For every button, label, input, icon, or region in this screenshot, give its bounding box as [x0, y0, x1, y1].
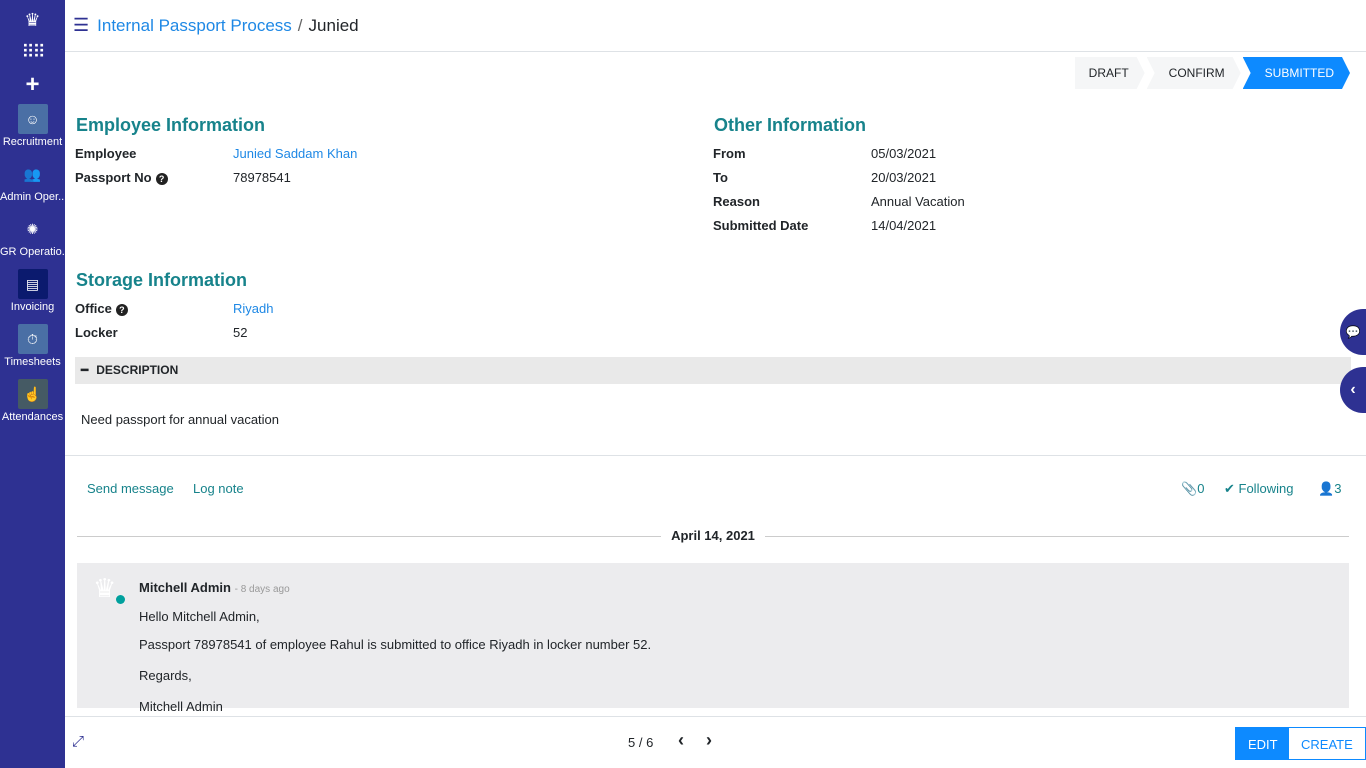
status-bar: DRAFT CONFIRM SUBMITTED	[1073, 57, 1350, 89]
passport-field: Passport No? 78978541	[75, 170, 291, 185]
description-title: DESCRIPTION	[96, 363, 179, 377]
recruitment-icon: ☺	[17, 104, 48, 134]
log-note-button[interactable]: Log note	[193, 481, 244, 496]
chat-icon[interactable]: 💬	[1340, 309, 1366, 355]
attachments-button[interactable]: 📎0	[1181, 481, 1204, 497]
next-icon[interactable]: ›	[706, 730, 712, 751]
office-field: Office? Riyadh	[75, 301, 273, 316]
date-separator: April 14, 2021	[77, 528, 1349, 543]
sidebar-item-label: Recruitment	[2, 136, 63, 148]
sidebar-item-recruitment[interactable]: ☺ Recruitment	[0, 101, 65, 156]
reason-label: Reason	[713, 194, 760, 209]
online-status-dot	[116, 595, 125, 604]
help-icon[interactable]: ?	[115, 304, 128, 316]
admin-operations-icon: 👥	[23, 165, 42, 182]
message-line: Passport 78978541 of employee Rahul is s…	[139, 637, 652, 652]
sidebar-item-label: Admin Oper...	[0, 191, 65, 203]
user-icon: 👤	[1318, 481, 1335, 496]
followers-count: 3	[1334, 481, 1342, 496]
submitted-date-value: 14/04/2021	[871, 218, 937, 233]
to-field: To 20/03/2021	[713, 170, 936, 185]
passport-value: 78978541	[233, 170, 291, 185]
description-text: Need passport for annual vacation	[81, 412, 280, 427]
attachments-count: 0	[1197, 481, 1205, 496]
stage-draft[interactable]: DRAFT	[1075, 57, 1145, 89]
office-label: Office	[75, 301, 112, 316]
stage-submitted[interactable]: SUBMITTED	[1243, 57, 1350, 89]
message: ♛ Mitchell Admin - 8 days ago Hello Mitc…	[77, 563, 1349, 714]
breadcrumb-current: Junied	[308, 15, 359, 35]
other-info-heading: Other Information	[714, 115, 866, 135]
to-label: To	[713, 170, 728, 185]
followers-button[interactable]: 👤3	[1318, 481, 1341, 497]
pager-value[interactable]: 5 / 6	[628, 735, 653, 750]
send-message-button[interactable]: Send message	[87, 481, 174, 496]
to-value: 20/03/2021	[871, 170, 937, 185]
message-time: - 8 days ago	[234, 584, 290, 595]
employee-info-heading: Employee Information	[76, 115, 266, 135]
top-bar: ☰ Internal Passport Process / Junied	[65, 0, 1366, 52]
hamburger-menu-icon[interactable]: ☰	[73, 15, 89, 36]
attendances-icon: ☝	[17, 379, 48, 409]
sidebar-item-gr-operations[interactable]: ✺ GR Operatio...	[0, 211, 65, 266]
locker-label: Locker	[75, 325, 118, 340]
passport-label: Passport No	[75, 170, 152, 185]
following-label: Following	[1238, 481, 1294, 496]
apps-grid-icon[interactable]: ⠿⠿	[0, 42, 65, 63]
paperclip-icon: 📎	[1181, 481, 1198, 496]
gr-operations-icon: ✺	[26, 220, 39, 237]
plus-icon[interactable]: +	[0, 71, 65, 101]
minus-icon: ━	[81, 363, 89, 377]
from-label: From	[713, 146, 746, 161]
following-button[interactable]: ✔ Following	[1224, 481, 1293, 497]
edit-button[interactable]: EDIT	[1235, 727, 1291, 760]
expand-icon[interactable]: ⤢	[72, 733, 84, 750]
previous-icon[interactable]: ‹	[678, 730, 684, 751]
locker-value: 52	[233, 325, 248, 340]
date-label: April 14, 2021	[661, 528, 765, 543]
employee-link[interactable]: Junied Saddam Khan	[233, 146, 357, 161]
message-line: Regards,	[139, 668, 192, 683]
sidebar-item-label: Invoicing	[10, 301, 55, 313]
breadcrumb-separator: /	[297, 15, 303, 35]
submitted-date-label: Submitted Date	[713, 218, 809, 233]
breadcrumb-parent[interactable]: Internal Passport Process	[97, 16, 292, 36]
employee-label: Employee	[75, 146, 137, 161]
locker-field: Locker 52	[75, 325, 247, 340]
from-field: From 05/03/2021	[713, 146, 936, 161]
sidebar-item-label: Attendances	[1, 411, 64, 423]
footer-bar: ⤢ 5 / 6 ‹ › EDIT CREATE	[65, 716, 1366, 768]
storage-info-heading: Storage Information	[76, 270, 248, 290]
divider	[65, 455, 1366, 456]
invoicing-icon: ▤	[17, 269, 48, 299]
sidebar-item-attendances[interactable]: ☝ Attendances	[0, 376, 65, 431]
stage-confirm[interactable]: CONFIRM	[1147, 57, 1241, 89]
sidebar-item-admin-operations[interactable]: 👥 Admin Oper...	[0, 156, 65, 211]
employee-field: Employee Junied Saddam Khan	[75, 146, 357, 161]
description-toggle[interactable]: ━ DESCRIPTION	[75, 357, 1351, 384]
reason-value: Annual Vacation	[871, 194, 965, 209]
office-link[interactable]: Riyadh	[233, 301, 273, 316]
logo-icon[interactable]: ♛	[0, 10, 65, 34]
create-button[interactable]: CREATE	[1288, 727, 1366, 760]
submitted-date-field: Submitted Date 14/04/2021	[713, 218, 936, 233]
sidebar-item-timesheets[interactable]: ⏱ Timesheets	[0, 321, 65, 376]
sidebar-item-invoicing[interactable]: ▤ Invoicing	[0, 266, 65, 321]
timesheets-icon: ⏱	[17, 324, 48, 354]
check-icon: ✔	[1224, 481, 1239, 496]
sidebar-item-label: GR Operatio...	[0, 246, 65, 258]
sidebar-item-label: Timesheets	[4, 356, 61, 368]
message-line: Hello Mitchell Admin,	[139, 609, 260, 624]
app-sidebar: ♛ ⠿⠿ + ☺ Recruitment 👥 Admin Oper... ✺ GR O…	[0, 0, 65, 768]
message-author[interactable]: Mitchell Admin	[139, 580, 231, 595]
from-value: 05/03/2021	[871, 146, 937, 161]
reason-field: Reason Annual Vacation	[713, 194, 965, 209]
help-icon[interactable]: ?	[155, 173, 168, 185]
